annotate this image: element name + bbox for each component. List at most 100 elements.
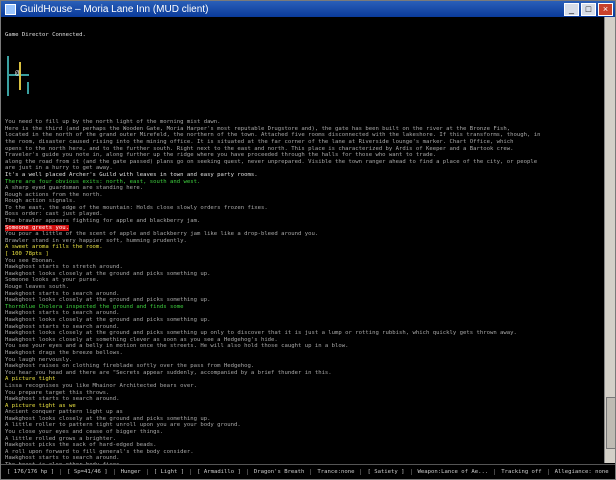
log-line: Hawkghost starts to search around.	[5, 455, 609, 462]
log-line-text: The brawler appears fighting for apple a…	[5, 218, 201, 225]
log-line: Rouge leaves south.	[5, 284, 609, 291]
log-line: Hawkghost looks closely at something cle…	[5, 337, 609, 344]
log-line-text: Hawkghost starts to search around.	[5, 455, 120, 462]
log-line-text: You see your eyes and a belly in motion …	[5, 343, 349, 350]
log-line: [ 100 78pts ]	[5, 251, 609, 258]
log-line: You pour a little of the scent of apple …	[5, 231, 609, 238]
log-line: Rough action signals.	[5, 198, 609, 205]
log-line-text: You pour a little of the scent of apple …	[5, 231, 319, 238]
log-line: Boss order: cast just played.	[5, 211, 609, 218]
minimize-button[interactable]: _	[564, 2, 579, 16]
log-line-text: Boss order: cast just played.	[5, 211, 103, 218]
log-line: You see your eyes and a belly in motion …	[5, 343, 609, 350]
log-line-text: opens to the north here, and to the furt…	[5, 145, 514, 152]
map-wall	[27, 81, 29, 94]
log-line-text: Rough actions from the north.	[5, 191, 103, 198]
log-line: Hawkghost looks closely at the ground an…	[5, 330, 609, 337]
map-path	[19, 61, 21, 90]
log-line: A little roller to pattern tight unroll …	[5, 422, 609, 429]
scrollbar-thumb[interactable]	[606, 397, 615, 449]
maximize-button[interactable]: □	[581, 2, 596, 16]
log-line-text: Someone looks at your purse.	[5, 277, 100, 284]
log-line-text: Hawkghost raises on clothing fireblade s…	[5, 363, 255, 370]
log-line: Hawkghost looks closely at the ground an…	[5, 416, 609, 423]
log-line: There are four obvious exits: north, eas…	[5, 179, 609, 186]
log-line: Hawkghost starts to stretch around.	[5, 264, 609, 271]
status-item: Dragon's Breath	[248, 469, 312, 475]
app-icon	[5, 3, 16, 15]
log-line: Hawkghost raises on clothing fireblade s…	[5, 363, 609, 370]
log-line-text: [ 100 78pts ]	[5, 251, 49, 258]
log-line: The brawler appears fighting for apple a…	[5, 218, 609, 225]
log-line: Hawkghost starts to search around.	[5, 324, 609, 331]
log-line-text: A sweet aroma fills the room.	[5, 244, 103, 251]
log-line: You hear you head and there are "Secrets…	[5, 370, 609, 377]
log-line-text: You laugh nervously.	[5, 356, 73, 363]
scrollbar[interactable]	[604, 17, 615, 463]
room-map: @	[5, 52, 609, 106]
log-line-text: along the road from it (and the gate pas…	[5, 158, 538, 165]
log-line: A picture tight as we	[5, 403, 609, 410]
log-line-text: Hawkghost starts to search around.	[5, 396, 120, 403]
status-item: Allegiance: none	[549, 469, 615, 475]
log-line-text: the room, disaster caused rising into th…	[5, 138, 514, 145]
log-line-text: Hawkghost starts to search around.	[5, 310, 120, 317]
log-line: A sweet aroma fills the room.	[5, 244, 609, 251]
log-line: You laugh nervously.	[5, 357, 609, 364]
log-line: A picture tight	[5, 376, 609, 383]
message-log: You need to fill up by the north light o…	[5, 119, 609, 469]
log-line: It's a well placed Archer's Guild with l…	[5, 172, 609, 179]
log-line-text: Hawkghost looks closely at the ground an…	[5, 415, 211, 422]
log-line-text: A sharp eyed guardsman are standing here…	[5, 185, 144, 192]
status-item: Hunger	[115, 469, 148, 475]
log-line-text: Lissa recognises you like Mhainor Archit…	[5, 382, 197, 389]
log-line-text: are just in a hurry to get away.	[5, 165, 113, 172]
status-item: [ Armadillo ]	[191, 469, 248, 475]
title-bar: GuildHouse – Moria Lane Inn (MUD client)…	[1, 1, 615, 17]
log-line: opens to the north here, and to the furt…	[5, 146, 609, 153]
log-line: along the road from it (and the gate pas…	[5, 159, 609, 166]
status-item: [ 176/176 hp ]	[1, 469, 62, 475]
log-line-text: Rouge leaves south.	[5, 284, 69, 290]
log-line-text: Brawler stand in very happier soft, humm…	[5, 237, 187, 244]
status-item: Trance:none	[311, 469, 362, 475]
header-line: Game Director Connected.	[5, 32, 86, 39]
log-line-text: Hawkghost looks closely at the ground an…	[5, 297, 211, 304]
log-line: Hawkghost starts to search around.	[5, 396, 609, 403]
status-item: [ Sp=41/46 ]	[61, 469, 115, 475]
log-line: Someone greets you.	[5, 224, 609, 232]
log-line: You see Ebonan.	[5, 258, 609, 265]
log-line: You need to fill up by the north light o…	[5, 119, 609, 126]
log-line-text: Hawkghost starts to search around.	[5, 323, 120, 330]
log-line: Hawkghost looks closely at the ground an…	[5, 297, 609, 304]
log-line: Hawkghost drags the breeze bellows.	[5, 350, 609, 357]
close-button[interactable]: ×	[598, 2, 613, 16]
log-line-text: Thornblue Cholera inspected the ground a…	[5, 303, 184, 310]
log-line-text: Hawkghost starts to stretch around.	[5, 264, 123, 271]
status-item: Weapon:Lance of Ae...	[412, 469, 496, 475]
log-line: Hawkghost starts to search around.	[5, 310, 609, 317]
client-window: GuildHouse – Moria Lane Inn (MUD client)…	[0, 0, 616, 480]
log-line: You prepare target this throws.	[5, 390, 609, 397]
log-line-text: A picture tight	[5, 376, 56, 383]
log-line-text: Hawkghost looks closely at the ground an…	[5, 316, 211, 323]
log-line-text: You need to fill up by the north light o…	[5, 119, 221, 126]
log-line-text: It's a well placed Archer's Guild with l…	[5, 171, 258, 178]
log-line-text: Traveler's guide you note in, along furt…	[5, 152, 437, 159]
log-line-text: You close your eyes and cease of bigger …	[5, 429, 164, 436]
log-line: Thornblue Cholera inspected the ground a…	[5, 304, 609, 311]
log-line: Brawler stand in very happier soft, humm…	[5, 238, 609, 245]
log-line: Hawkghost looks closely at the ground an…	[5, 271, 609, 278]
log-line-text: You see Ebonan.	[5, 257, 56, 264]
log-line-text: To the east, the edge of the mountain: H…	[5, 204, 268, 211]
log-line-text: Hawkghost drags the breeze bellows.	[5, 349, 123, 356]
log-line-text: Rough action signals.	[5, 198, 76, 205]
map-wall	[7, 55, 9, 96]
log-line: located in the north of the grand outer …	[5, 132, 609, 139]
log-line-text: Ancient conquer pattern light up as	[5, 409, 123, 416]
log-line: Someone looks at your purse.	[5, 277, 609, 284]
log-line-text: There are four obvious exits: north, eas…	[5, 178, 201, 185]
log-line: Lissa recognises you like Mhainor Archit…	[5, 383, 609, 390]
player-marker-icon: @	[15, 68, 20, 77]
log-line: To the east, the edge of the mountain: H…	[5, 205, 609, 212]
